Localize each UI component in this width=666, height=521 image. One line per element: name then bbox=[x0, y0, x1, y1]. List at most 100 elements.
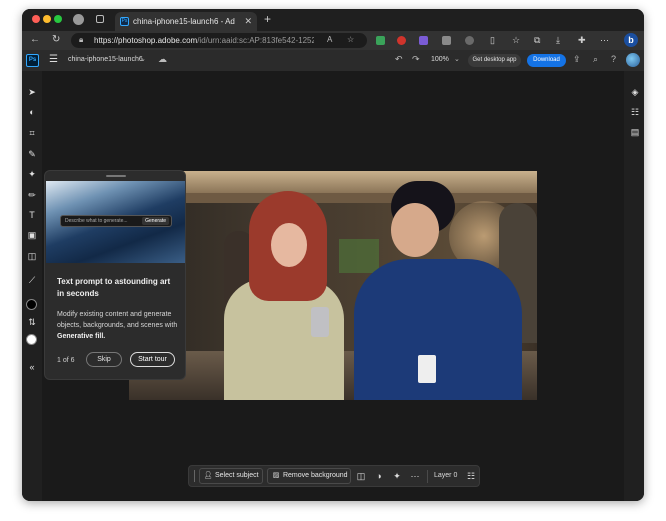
shape-tool-icon[interactable]: ◫ bbox=[26, 250, 38, 262]
extension-icon[interactable] bbox=[465, 36, 474, 45]
left-toolbar: ➤ ◐ ⌗ ✎ ✦ ✏ T ▣ ◫ ⟋ ⇅ « bbox=[22, 71, 42, 501]
woman-right-face bbox=[391, 203, 439, 257]
properties-icon[interactable]: ☷ bbox=[465, 470, 477, 482]
brush-tool-icon[interactable]: ✏ bbox=[26, 189, 38, 201]
more-menu-icon[interactable]: ⋯ bbox=[600, 34, 609, 46]
downloads-icon[interactable]: ⤓ bbox=[556, 34, 560, 46]
contextual-task-bar: 👤︎ Select subject ▨ Remove background ◫ … bbox=[188, 465, 480, 487]
tour-body: Modify existing content and generate obj… bbox=[57, 309, 179, 342]
smartphone bbox=[311, 307, 329, 337]
zoom-level[interactable]: 100% bbox=[431, 56, 449, 63]
tab-actions-icon[interactable] bbox=[96, 15, 104, 23]
share-icon[interactable]: ⇪ bbox=[573, 54, 581, 65]
remove-background-label: Remove background bbox=[282, 472, 348, 479]
address-bar[interactable]: 🔒︎ https://photoshop.adobe.com/id/urn:aa… bbox=[71, 33, 367, 48]
search-icon[interactable]: ⌕ bbox=[593, 54, 598, 65]
woman-right-shirt bbox=[354, 259, 522, 400]
adjust-icon[interactable]: ◑ bbox=[373, 470, 385, 482]
prompt-placeholder: Describe what to generate... bbox=[65, 218, 128, 224]
generative-fill-icon[interactable]: ✦ bbox=[26, 168, 38, 180]
skip-button[interactable]: Skip bbox=[86, 352, 122, 367]
tour-title: Text prompt to astounding art in seconds bbox=[57, 277, 171, 298]
move-tool-icon[interactable]: ➤ bbox=[26, 86, 38, 98]
swap-colors-icon[interactable]: ⇅ bbox=[26, 316, 38, 328]
image-tool-icon[interactable]: ▣ bbox=[26, 229, 38, 241]
tour-body-emphasis: Generative fill. bbox=[57, 333, 106, 340]
app-header: Ps ☰ china-iphone15-launch6 ⌄ ☁︎ ↶ ↷ 100… bbox=[22, 50, 644, 72]
more-options-icon[interactable]: ⋯ bbox=[409, 470, 421, 482]
extension-icon[interactable] bbox=[419, 36, 428, 45]
tour-body-text: Modify existing content and generate obj… bbox=[57, 311, 178, 329]
drag-handle[interactable] bbox=[194, 470, 195, 482]
maximize-window-button[interactable] bbox=[54, 15, 62, 23]
layers-icon[interactable]: ◈ bbox=[629, 87, 641, 98]
tab-title: china-iphone15-launch6 - Ado bbox=[133, 17, 235, 26]
eyedropper-icon[interactable]: ⟋ bbox=[26, 274, 38, 286]
profile-icon[interactable] bbox=[73, 14, 84, 25]
text-tool-icon[interactable]: T bbox=[26, 209, 38, 221]
remove-background-button[interactable]: ▨ Remove background bbox=[267, 468, 351, 484]
split-screen-icon[interactable]: ▯ bbox=[490, 34, 495, 46]
favorite-icon[interactable]: ☆ bbox=[347, 35, 354, 44]
store-ceiling bbox=[129, 171, 537, 193]
undo-icon[interactable]: ↶ bbox=[395, 54, 403, 65]
minimize-window-button[interactable] bbox=[43, 15, 51, 23]
cloud-icon: ☁︎ bbox=[158, 54, 167, 64]
favorites-icon[interactable]: ☆ bbox=[512, 34, 520, 46]
tour-preview-image: Describe what to generate... Generate bbox=[46, 181, 185, 263]
staff-badge bbox=[418, 355, 436, 383]
heal-tool-icon[interactable]: ✎ bbox=[26, 148, 38, 160]
avatar[interactable] bbox=[626, 53, 640, 67]
tab-strip: Ps china-iphone15-launch6 - Ado ✕ + bbox=[22, 9, 644, 31]
extension-icon[interactable] bbox=[442, 36, 451, 45]
foreground-color-swatch[interactable] bbox=[26, 299, 37, 310]
tour-step-counter: 1 of 6 bbox=[57, 357, 75, 364]
read-aloud-icon[interactable]: A bbox=[327, 35, 332, 44]
photoshop-favicon-icon: Ps bbox=[120, 17, 129, 26]
close-window-button[interactable] bbox=[32, 15, 40, 23]
prompt-preview-field: Describe what to generate... Generate bbox=[60, 215, 172, 227]
zoom-chevron-icon[interactable]: ⌄ bbox=[454, 55, 460, 63]
chevron-down-icon[interactable]: ⌄ bbox=[140, 55, 146, 63]
layer-name[interactable]: Layer 0 bbox=[434, 472, 457, 479]
canvas-image[interactable] bbox=[129, 171, 537, 400]
drag-handle[interactable] bbox=[106, 175, 126, 177]
comments-icon[interactable]: ▤ bbox=[629, 127, 641, 138]
start-tour-button[interactable]: Start tour bbox=[130, 352, 175, 367]
extension-icon[interactable] bbox=[376, 36, 385, 45]
select-tool-icon[interactable]: ◐ bbox=[26, 106, 38, 118]
new-tab-icon[interactable]: + bbox=[264, 12, 271, 26]
background-color-swatch[interactable] bbox=[26, 334, 37, 345]
browser-toolbar: ← ↻ 🔒︎ https://photoshop.adobe.com/id/ur… bbox=[22, 31, 644, 50]
extensions-icon[interactable]: ✚ bbox=[578, 34, 586, 46]
select-subject-label: Select subject bbox=[214, 472, 259, 479]
back-icon[interactable]: ← bbox=[30, 34, 40, 46]
redo-icon[interactable]: ↷ bbox=[412, 54, 420, 65]
bing-copilot-icon[interactable]: b bbox=[624, 33, 638, 47]
collapse-icon[interactable]: « bbox=[26, 361, 38, 373]
woman-left-face bbox=[271, 223, 307, 267]
crop-tool-icon[interactable]: ⌗ bbox=[26, 127, 38, 139]
lock-icon[interactable]: 🔒︎ bbox=[79, 35, 83, 45]
image-icon: ▨ bbox=[272, 472, 280, 479]
adjustments-icon[interactable]: ☷ bbox=[629, 107, 641, 118]
person-icon: 👤︎ bbox=[203, 472, 213, 479]
menu-icon[interactable]: ☰ bbox=[49, 54, 58, 65]
download-button[interactable]: Download bbox=[527, 54, 566, 67]
generate-icon[interactable]: ✦ bbox=[391, 470, 403, 482]
extension-icon[interactable] bbox=[397, 36, 406, 45]
onboarding-tour-popup: Describe what to generate... Generate Te… bbox=[44, 170, 186, 380]
refresh-icon[interactable]: ↻ bbox=[52, 34, 60, 46]
url-text: https://photoshop.adobe.com/id/urn:aaid:… bbox=[94, 36, 314, 45]
tab-photoshop[interactable]: Ps china-iphone15-launch6 - Ado ✕ bbox=[115, 12, 257, 31]
generate-preview-button: Generate bbox=[142, 217, 169, 225]
help-icon[interactable]: ? bbox=[611, 54, 616, 64]
background-screen bbox=[339, 239, 379, 273]
document-name[interactable]: china-iphone15-launch6 bbox=[68, 56, 143, 63]
select-subject-button[interactable]: 👤︎ Select subject bbox=[199, 468, 263, 484]
get-desktop-app-button[interactable]: Get desktop app bbox=[468, 54, 521, 67]
right-toolbar: ◈ ☷ ▤ bbox=[624, 71, 644, 501]
tab-close-icon[interactable]: ✕ bbox=[244, 16, 252, 27]
mask-icon[interactable]: ◫ bbox=[355, 470, 367, 482]
collections-icon[interactable]: ⧉ bbox=[534, 34, 540, 46]
